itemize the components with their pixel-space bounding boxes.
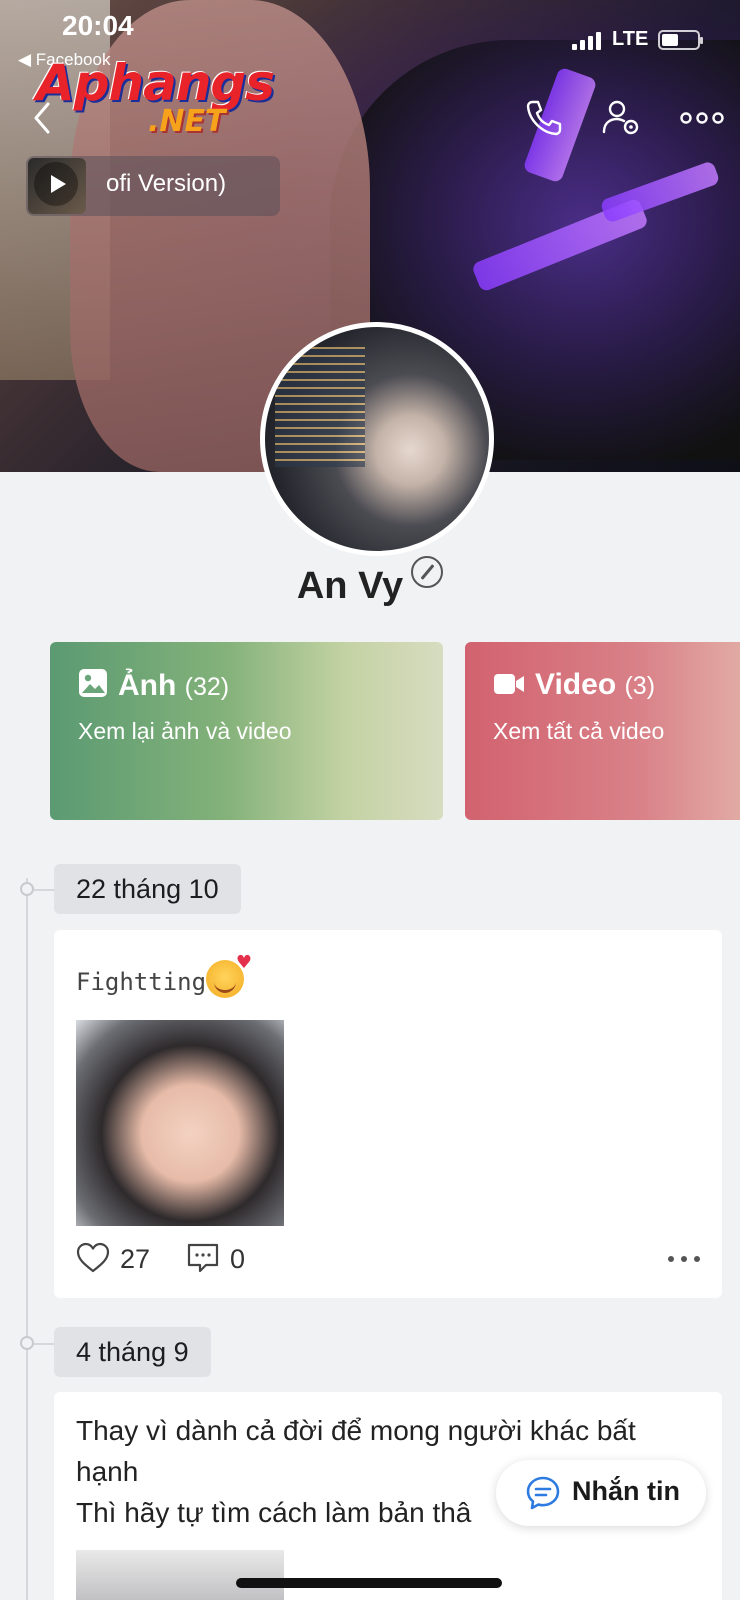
chat-bubble-icon [524,1474,562,1517]
videos-label: Video [535,668,617,701]
timeline-line [26,878,28,1600]
comment-count: 0 [230,1244,246,1274]
profile-music-player[interactable]: ofi Version) [26,156,280,216]
avatar-city-window [275,347,365,467]
photos-card-title: Ảnh (32) [78,668,229,706]
signal-icon [572,30,604,50]
message-button[interactable]: Nhắn tin [496,1460,706,1526]
videos-card-title: Video (3) [493,668,655,705]
timeline-connector [34,889,54,891]
battery-icon [658,30,703,50]
comment-icon[interactable] [186,1242,220,1281]
like-count: 27 [120,1244,151,1274]
image-icon [78,668,108,706]
post-more-icon[interactable] [668,1256,700,1264]
post-actions: 27 0 [76,1242,700,1278]
photos-label: Ảnh [118,669,177,702]
more-options-icon[interactable] [678,96,726,140]
watermark-text: Aphangs [36,54,275,112]
edit-pencil-icon[interactable] [411,556,444,588]
music-title: ofi Version) [106,170,227,197]
photos-count: (32) [184,673,230,701]
avatar[interactable] [260,322,494,556]
post-caption: Fightting [76,952,252,998]
video-camera-icon [493,671,525,705]
user-settings-icon[interactable] [600,96,644,140]
watermark-domain: .NET [148,104,226,139]
post-photo[interactable] [76,1020,284,1226]
profile-name: An Vy [296,565,404,607]
profile-name-row: An Vy [0,556,740,608]
watermark-logo: Aphangs .NET [36,54,275,139]
post-caption-text: Fightting [76,968,207,996]
play-icon[interactable] [34,162,78,206]
smiling-hearts-emoji-icon [206,952,252,998]
back-chevron-icon[interactable] [28,98,58,138]
phone-icon[interactable] [522,96,566,140]
status-bar: 20:04 ◀ Facebook LTE [0,0,740,69]
timeline-post[interactable]: Fightting 27 0 [54,930,722,1298]
network-label: LTE [612,28,649,50]
timeline-dot [20,882,34,896]
timeline-date: 4 tháng 9 [54,1327,211,1377]
status-time: 20:04 [62,10,134,41]
message-button-label: Nhắn tin [572,1476,680,1506]
videos-subtitle: Xem tất cả video [493,718,665,744]
photos-subtitle: Xem lại ảnh và video [78,718,292,744]
home-indicator[interactable] [236,1578,502,1588]
videos-count: (3) [624,672,656,700]
videos-card[interactable]: Video (3) Xem tất cả video [465,642,740,820]
timeline-date: 22 tháng 10 [54,864,241,914]
timeline-dot [20,1336,34,1350]
heart-icon[interactable] [76,1242,110,1281]
post-photo[interactable] [76,1550,284,1600]
photos-card[interactable]: Ảnh (32) Xem lại ảnh và video [50,642,443,820]
timeline-connector [34,1343,54,1345]
